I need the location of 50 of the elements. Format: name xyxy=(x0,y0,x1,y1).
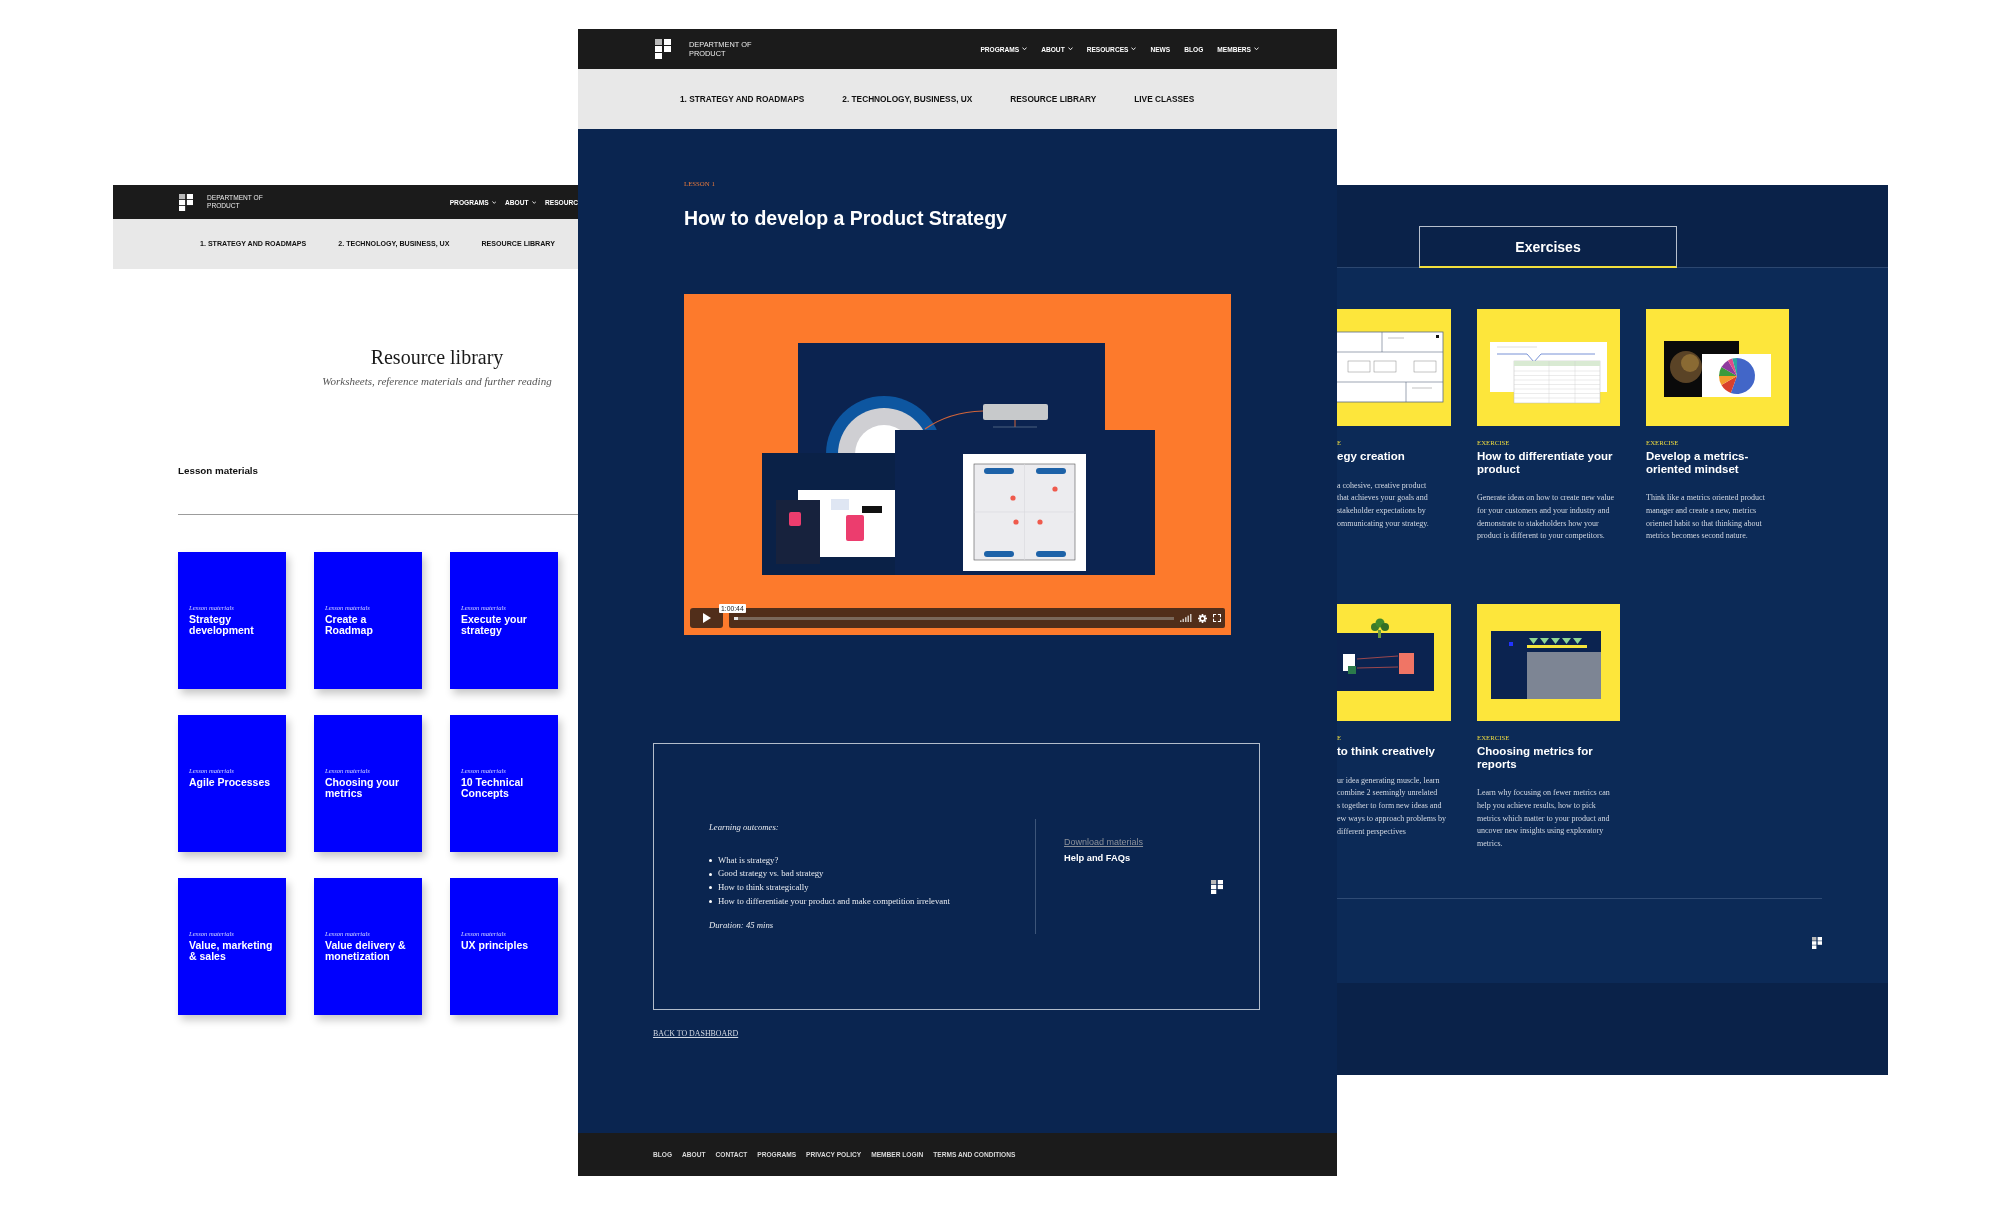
logo-icon[interactable] xyxy=(179,193,193,211)
exercises-tab[interactable]: Exercises xyxy=(1419,226,1677,268)
exercise-title[interactable]: Choosing metrics for reports xyxy=(1477,745,1620,770)
bullet-icon xyxy=(709,900,712,904)
download-link[interactable]: Download materials xyxy=(1064,836,1144,849)
logo-icon xyxy=(1812,937,1822,949)
outcomes-heading: Learning outcomes: xyxy=(709,820,780,834)
help-link[interactable]: Help and FAQs xyxy=(1064,852,1131,865)
exercise-description: a cohesive, creative product that achieves your goals and stakeholder expectations by ommunicating your strategy. xyxy=(1337,479,1430,530)
exercise-title[interactable]: How to differentiate your product xyxy=(1477,450,1620,475)
subnav-link[interactable]: 1. STRATEGY AND ROADMAPS xyxy=(680,94,805,104)
card-title: Choosing your metrics xyxy=(325,777,401,799)
logo-icon xyxy=(1211,880,1223,894)
subnav-link[interactable]: 2. TECHNOLOGY, BUSINESS, UX xyxy=(842,94,973,104)
exercise-title[interactable]: to think creatively xyxy=(1337,745,1435,758)
outcome-item: Good strategy vs. bad strategy xyxy=(718,867,824,881)
exercise-title[interactable]: egy creation xyxy=(1337,450,1405,463)
page-title: Resource library xyxy=(370,345,504,369)
bullet-icon xyxy=(709,872,712,876)
subnav-link[interactable]: LIVE CLASSES xyxy=(1134,94,1195,104)
settings-icon[interactable] xyxy=(1198,613,1207,623)
exercise-description: Think like a metrics oriented product manager and create a new, metrics oriented habit so that thinking about metrics becomes second nature. xyxy=(1646,492,1766,543)
fullscreen-icon[interactable] xyxy=(1213,614,1221,622)
card-title: Agile Processes xyxy=(189,777,271,788)
card-title: UX principles xyxy=(461,940,529,951)
play-icon xyxy=(702,613,711,623)
outcome-item: How to differentiate your product and make competition irrelevant xyxy=(718,894,950,908)
card-title: Value, marketing & sales xyxy=(189,940,274,962)
outcome-item: What is strategy? xyxy=(718,853,779,867)
lesson-title: How to develop a Product Strategy xyxy=(684,206,1007,230)
card-title: Execute your strategy xyxy=(461,614,528,636)
volume-icon[interactable] xyxy=(1180,614,1192,622)
exercise-description: ur idea generating muscle, learn combine 2 seemingly unrelated s together to form new ideas and ew ways to approach problems by different perspectives xyxy=(1337,774,1448,838)
card-title: Strategy development xyxy=(189,614,255,636)
progress-track[interactable] xyxy=(734,616,1174,620)
subnav-link[interactable]: RESOURCE LIBRARY xyxy=(1010,94,1097,104)
card-title: 10 Technical Concepts xyxy=(461,777,525,799)
page-subtitle: Worksheets, reference materials and further reading xyxy=(322,374,552,388)
outcome-item: How to think strategically xyxy=(718,881,809,894)
section-heading: Lesson materials xyxy=(178,465,259,477)
card-title: Value delivery & monetization xyxy=(325,940,407,962)
duration-text: Duration: 45 mins xyxy=(709,919,775,933)
logo-icon[interactable] xyxy=(655,39,671,59)
exercise-title[interactable]: Develop a metrics-oriented mindset xyxy=(1646,450,1789,475)
exercise-description: Learn why focusing on fewer metrics can help you achieve results, how to pick metrics which matter to your product and uncover new insights using exploratory metrics. xyxy=(1477,787,1611,851)
bullet-icon xyxy=(709,886,712,890)
exercise-description: Generate ideas on how to create new value for your customers and your industry and demonstrate to stakeholders how your product is different to your competitors. xyxy=(1477,492,1615,543)
bullet-icon xyxy=(709,858,712,862)
card-title: Create a Roadmap xyxy=(325,614,374,636)
play-button[interactable] xyxy=(690,608,723,628)
